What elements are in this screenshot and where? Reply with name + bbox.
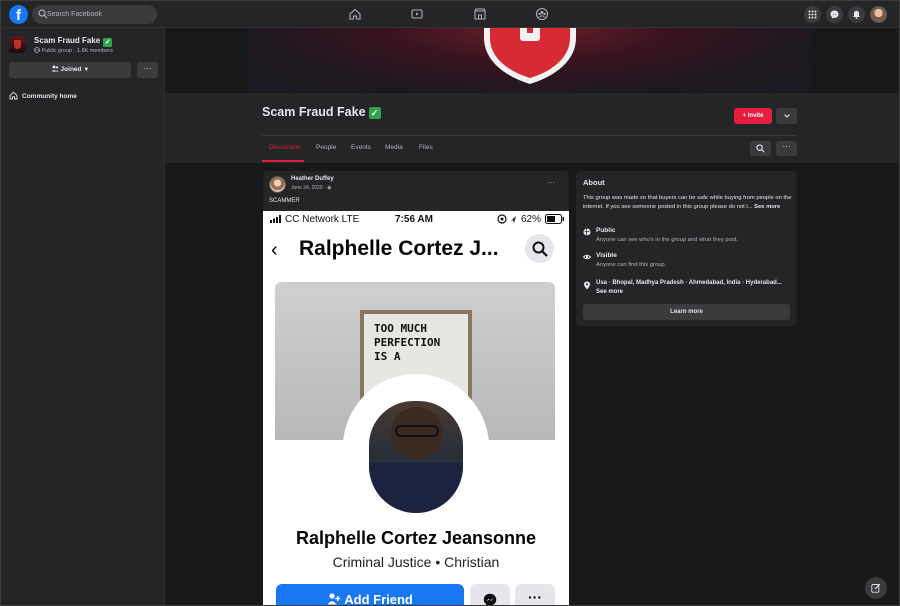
search-icon xyxy=(756,144,765,153)
post-card: Heather Duffey June 24, 2020 · ◉ ··· SCA… xyxy=(263,171,569,605)
avatar[interactable] xyxy=(269,176,286,193)
location-see-more-link[interactable]: See more xyxy=(596,289,623,295)
caret-down-icon: ▼ xyxy=(83,67,90,73)
profile-name-header: Ralphelle Cortez J... xyxy=(299,237,499,260)
location-pin-icon xyxy=(584,281,590,290)
joined-button[interactable]: Joined ▼ xyxy=(9,62,131,78)
see-more-link[interactable]: See more xyxy=(754,204,780,210)
header-more-button[interactable]: ··· xyxy=(776,141,797,156)
group-header: Scam Fraud Fake ✓ + Invite Discussion Peo… xyxy=(165,93,899,163)
search-input[interactable] xyxy=(47,5,152,24)
verified-check-icon: ✓ xyxy=(103,38,113,47)
about-card: About This group was made so that buyers… xyxy=(576,171,797,326)
messenger-glyph-icon xyxy=(830,10,839,19)
about-public: Public Anyone can see who's in the group… xyxy=(583,227,793,247)
tab-media[interactable]: Media xyxy=(385,144,403,151)
sidebar-more-button[interactable]: ··· xyxy=(137,62,158,78)
post-more-button[interactable]: ··· xyxy=(547,178,555,187)
phone-status-bar: CC Network LTE 7:56 AM 62% xyxy=(263,211,569,227)
sidebar-group-meta: Public group · 1.8K members xyxy=(34,47,113,54)
search-box[interactable] xyxy=(32,5,157,24)
eye-icon xyxy=(583,254,591,260)
signal-icon xyxy=(270,215,281,223)
shield-icon xyxy=(484,28,576,84)
group-cover-photo xyxy=(249,28,811,93)
battery-icon xyxy=(545,214,564,224)
search-icon xyxy=(532,241,548,257)
compose-icon xyxy=(871,583,881,593)
watch-icon[interactable] xyxy=(410,7,424,21)
about-visible: Visible Anyone can find this group. xyxy=(583,252,793,272)
tab-discussion[interactable]: Discussion xyxy=(269,144,300,151)
new-message-button[interactable] xyxy=(865,577,887,599)
add-friend-button: Add Friend xyxy=(276,584,464,605)
about-location: Usa · Bhopal, Madhya Pradesh · Ahmedabad… xyxy=(596,280,782,295)
group-search-button[interactable] xyxy=(750,141,771,156)
whiteboard-text: TOO MUCH PERFECTION IS A xyxy=(374,322,441,363)
bell-icon xyxy=(853,10,860,19)
globe-icon: ◉ xyxy=(327,185,332,191)
home-outline-icon xyxy=(9,91,18,100)
chevron-down-icon xyxy=(784,114,790,118)
home-icon[interactable] xyxy=(348,7,362,21)
phone-search-icon xyxy=(525,234,554,263)
tab-events[interactable]: Events xyxy=(351,144,371,151)
notifications-icon[interactable] xyxy=(848,6,865,23)
group-thumbnail[interactable] xyxy=(9,36,26,53)
phone-more-button: ··· xyxy=(515,584,555,605)
phone-battery-percent: 62% xyxy=(521,214,542,225)
phone-time: 7:56 AM xyxy=(395,214,433,225)
post-text: SCAMMER xyxy=(269,198,300,204)
about-description: This group was made so that buyers can b… xyxy=(583,195,792,210)
post-date[interactable]: June 24, 2020 · ◉ xyxy=(291,185,332,191)
profile-bio: Criminal Justice • Christian xyxy=(332,554,500,570)
tab-files[interactable]: Files xyxy=(419,144,433,151)
group-sidebar: Scam Fraud Fake ✓ Public group · 1.8K mem… xyxy=(1,28,165,605)
invite-button[interactable]: + Invite xyxy=(734,108,772,124)
tab-people[interactable]: People xyxy=(316,144,336,151)
message-button xyxy=(470,584,510,605)
members-icon xyxy=(51,65,59,72)
location-arrow-icon xyxy=(497,214,516,224)
verified-check-icon: ✓ xyxy=(368,107,381,119)
learn-more-button[interactable]: Learn more xyxy=(583,304,790,320)
top-navigation-bar: f xyxy=(1,1,899,28)
jacket xyxy=(369,463,463,513)
globe-icon xyxy=(34,47,40,53)
community-home-link[interactable]: Community home xyxy=(9,90,159,104)
browser-viewport: f Search Facebook Scam Fraud Fake ✓ Publ… xyxy=(0,0,900,606)
facebook-logo[interactable]: f xyxy=(9,5,28,24)
active-tab-indicator xyxy=(262,160,304,162)
messenger-icon xyxy=(483,593,497,605)
back-arrow-icon: ‹ xyxy=(271,239,278,261)
page-title: Scam Fraud Fake ✓ xyxy=(262,105,381,119)
marketplace-icon[interactable] xyxy=(473,7,487,21)
menu-grid-icon[interactable] xyxy=(804,6,821,23)
phone-carrier: CC Network LTE xyxy=(285,214,360,225)
about-title: About xyxy=(583,178,605,187)
sidebar-group-name[interactable]: Scam Fraud Fake ✓ xyxy=(34,36,113,47)
profile-picture xyxy=(369,401,463,513)
profile-full-name: Ralphelle Cortez Jeansonne xyxy=(295,528,537,548)
globe-icon xyxy=(583,228,591,236)
groups-icon[interactable] xyxy=(535,7,549,21)
account-avatar[interactable] xyxy=(870,6,887,23)
post-image[interactable]: CC Network LTE 7:56 AM 62% ‹ Ralphelle C… xyxy=(263,211,569,605)
messenger-icon[interactable] xyxy=(826,6,843,23)
header-dropdown-button[interactable] xyxy=(776,108,797,124)
add-person-icon xyxy=(327,593,341,605)
glasses xyxy=(395,425,439,437)
grid-icon xyxy=(808,10,817,19)
post-author[interactable]: Heather Duffey xyxy=(291,176,334,182)
header-divider xyxy=(262,135,797,136)
